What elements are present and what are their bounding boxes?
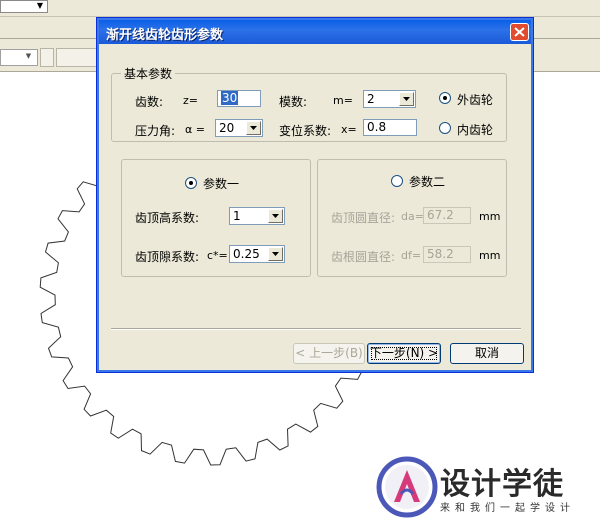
dropdown-arrow-icon[interactable] bbox=[268, 209, 283, 223]
next-button[interactable]: 下一步(N) > bbox=[367, 343, 441, 364]
button-separator bbox=[111, 328, 521, 330]
teeth-symbol: z= bbox=[183, 94, 198, 107]
root-diameter-input[interactable]: 58.2 bbox=[423, 246, 471, 263]
teeth-value: 30 bbox=[221, 91, 239, 105]
tip-diameter-label: 齿顶圆直径: bbox=[331, 211, 396, 225]
module-label: 模数: bbox=[279, 95, 308, 109]
clearance-coef-label: 齿顶隙系数: bbox=[135, 250, 200, 264]
module-symbol: m= bbox=[333, 94, 353, 107]
module-select[interactable]: 2 bbox=[363, 90, 416, 108]
external-gear-radio[interactable] bbox=[439, 92, 451, 104]
internal-gear-label: 内齿轮 bbox=[457, 123, 494, 137]
gear-parameters-dialog: 渐开线齿轮齿形参数 基本参数 齿数: z= 30 模数: m= 2 外齿轮 压力… bbox=[96, 17, 534, 373]
param1-label: 参数一 bbox=[203, 177, 240, 191]
dialog-title: 渐开线齿轮齿形参数 bbox=[106, 28, 224, 43]
addendum-coef-label: 齿顶高系数: bbox=[135, 211, 200, 225]
close-button[interactable] bbox=[510, 23, 529, 41]
shift-coef-input[interactable]: 0.8 bbox=[363, 119, 417, 136]
brand-name: 设计学徒 bbox=[440, 467, 564, 502]
tip-diameter-input[interactable]: 67.2 bbox=[423, 207, 471, 224]
clearance-coef-value: 0.25 bbox=[233, 247, 260, 261]
module-value: 2 bbox=[367, 92, 375, 106]
teeth-label: 齿数: bbox=[135, 95, 164, 109]
root-diameter-label: 齿根圆直径: bbox=[331, 250, 396, 264]
addendum-coef-value: 1 bbox=[233, 209, 241, 223]
pressure-angle-symbol: α = bbox=[185, 123, 205, 136]
root-diameter-unit: mm bbox=[479, 249, 501, 262]
teeth-input[interactable]: 30 bbox=[217, 90, 261, 107]
internal-gear-radio[interactable] bbox=[439, 122, 451, 134]
param2-radio[interactable] bbox=[391, 175, 403, 187]
pressure-angle-label: 压力角: bbox=[135, 124, 176, 138]
external-gear-label: 外齿轮 bbox=[457, 93, 494, 107]
clearance-coef-select[interactable]: 0.25 bbox=[229, 245, 285, 263]
dropdown-arrow-icon[interactable] bbox=[399, 92, 414, 106]
param1-radio[interactable] bbox=[185, 177, 197, 189]
close-icon bbox=[514, 27, 525, 37]
pressure-angle-select[interactable]: 20 bbox=[215, 119, 263, 137]
shift-coef-label: 变位系数: bbox=[279, 124, 332, 138]
dialog-titlebar[interactable]: 渐开线齿轮齿形参数 bbox=[99, 20, 531, 44]
cancel-button[interactable]: 取消 bbox=[450, 343, 524, 364]
param2-label: 参数二 bbox=[409, 175, 446, 189]
shift-coef-symbol: x= bbox=[341, 123, 357, 136]
root-diameter-symbol: df= bbox=[401, 249, 422, 262]
back-button[interactable]: < 上一步(B) bbox=[293, 343, 365, 364]
clearance-coef-symbol: c*= bbox=[207, 249, 228, 262]
basic-params-legend: 基本参数 bbox=[121, 65, 176, 82]
pressure-angle-value: 20 bbox=[219, 121, 235, 135]
dropdown-arrow-icon[interactable] bbox=[268, 247, 283, 261]
tip-diameter-symbol: da= bbox=[401, 210, 424, 223]
brand-logo-icon bbox=[376, 456, 438, 518]
addendum-coef-select[interactable]: 1 bbox=[229, 207, 285, 225]
dropdown-arrow-icon[interactable] bbox=[246, 121, 261, 135]
brand-tagline: 来和我们一起学设计 bbox=[440, 503, 575, 514]
tip-diameter-unit: mm bbox=[479, 210, 501, 223]
